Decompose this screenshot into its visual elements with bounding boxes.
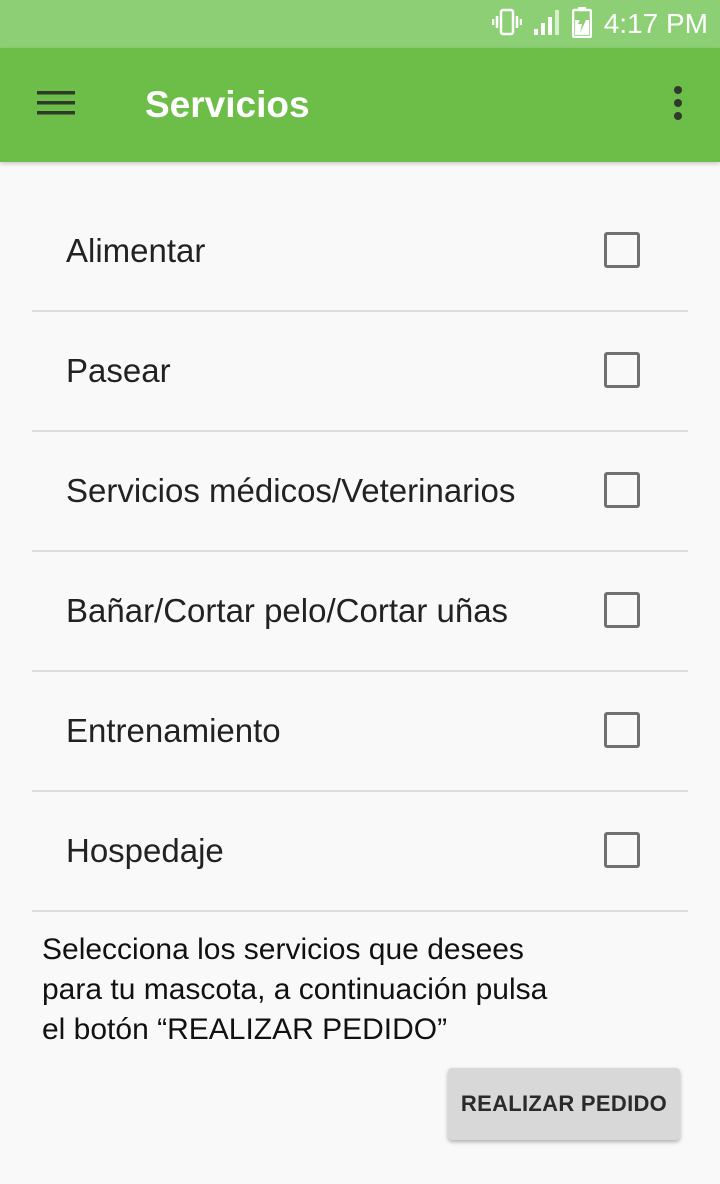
service-label: Pasear — [66, 352, 171, 389]
service-checkbox[interactable] — [604, 712, 640, 748]
service-label: Alimentar — [66, 232, 206, 269]
service-item-hospedaje[interactable]: Hospedaje — [32, 792, 688, 912]
instructions-text: Selecciona los servicios que desees para… — [42, 930, 642, 1050]
realizar-pedido-button[interactable]: REALIZAR PEDIDO — [448, 1068, 680, 1140]
status-bar: 4:17 PM — [0, 0, 720, 48]
service-checkbox[interactable] — [604, 832, 640, 868]
service-checkbox[interactable] — [604, 592, 640, 628]
service-item-banar[interactable]: Bañar/Cortar pelo/Cortar uñas — [32, 552, 688, 672]
service-checkbox[interactable] — [604, 472, 640, 508]
service-item-entrenamiento[interactable]: Entrenamiento — [32, 672, 688, 792]
service-label: Servicios médicos/Veterinarios — [66, 472, 516, 509]
signal-icon — [532, 7, 562, 42]
menu-button[interactable] — [28, 81, 84, 129]
vibrate-icon — [491, 7, 522, 42]
service-item-alimentar[interactable]: Alimentar — [32, 192, 688, 312]
more-vert-icon — [672, 85, 684, 126]
instructions-line: para tu mascota, a continuación pulsa — [42, 973, 548, 1006]
service-label: Entrenamiento — [66, 712, 281, 749]
page-title: Servicios — [145, 84, 310, 125]
instructions-line: el botón “REALIZAR PEDIDO” — [42, 1013, 448, 1046]
service-list: Alimentar Pasear Servicios médicos/Veter… — [32, 192, 688, 912]
overflow-menu-button[interactable] — [656, 81, 700, 129]
app-bar: Servicios — [0, 48, 720, 162]
service-label: Bañar/Cortar pelo/Cortar uñas — [66, 592, 509, 629]
hamburger-menu-icon — [37, 89, 75, 122]
service-checkbox[interactable] — [604, 352, 640, 388]
service-label: Hospedaje — [66, 832, 224, 869]
instructions-line: Selecciona los servicios que desees — [42, 933, 524, 966]
status-icons: 4:17 PM — [491, 0, 708, 48]
battery-charging-icon — [571, 6, 592, 43]
status-time: 4:17 PM — [603, 8, 708, 39]
service-item-pasear[interactable]: Pasear — [32, 312, 688, 432]
service-checkbox[interactable] — [604, 232, 640, 268]
service-item-veterinarios[interactable]: Servicios médicos/Veterinarios — [32, 432, 688, 552]
